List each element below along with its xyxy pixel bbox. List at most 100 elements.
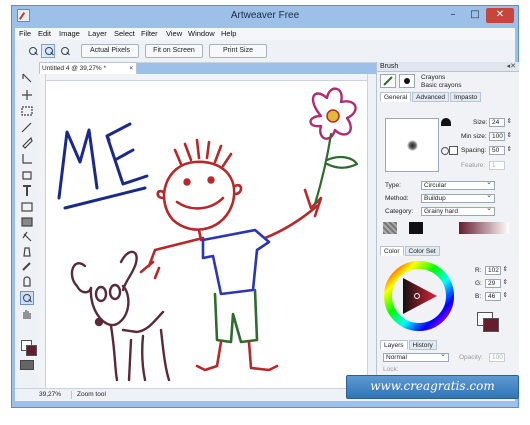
shape-tool-icon[interactable] xyxy=(21,202,33,212)
rect-select-icon[interactable] xyxy=(21,106,33,116)
flower-center xyxy=(326,109,340,123)
r-field[interactable]: 102 xyxy=(485,266,508,275)
fill-tool-icon[interactable] xyxy=(23,247,31,257)
tab-general[interactable]: General xyxy=(380,92,412,102)
gradient-swatch[interactable] xyxy=(459,222,509,234)
menu-edit[interactable]: Edit xyxy=(38,29,51,38)
min-size-field[interactable]: 100 xyxy=(489,132,512,141)
current-tool-label: Zoom tool xyxy=(77,391,106,398)
zoom-in-icon[interactable] xyxy=(41,44,55,58)
gradient-tool-icon[interactable] xyxy=(21,217,33,227)
menu-window[interactable]: Window xyxy=(188,29,215,38)
crop-tool-icon[interactable] xyxy=(22,154,32,164)
category-dropdown[interactable]: Grainy hard xyxy=(421,205,495,216)
drawing-label: ME xyxy=(45,80,47,81)
smudge-tool-icon[interactable] xyxy=(23,276,31,287)
brush-shape-selector-icon[interactable] xyxy=(441,118,451,126)
menu-filter[interactable]: Filter xyxy=(141,29,158,38)
child-drawing[interactable]: ME xyxy=(45,80,367,386)
legs-strokes xyxy=(195,340,279,372)
g-field[interactable]: 29 xyxy=(485,279,508,288)
title-bar[interactable]: Artweaver Free – □ ✕ xyxy=(12,6,518,28)
shirt-outline xyxy=(201,228,271,296)
maximize-button[interactable]: □ xyxy=(464,8,486,23)
zoom-tool-button[interactable] xyxy=(20,291,34,305)
zoom-icon[interactable] xyxy=(25,44,39,58)
primary-color-swatch[interactable] xyxy=(483,318,499,332)
type-dropdown[interactable]: Circular xyxy=(421,179,495,190)
underline-stroke xyxy=(63,186,147,210)
vertical-scrollbar[interactable] xyxy=(367,74,376,388)
dog-nose xyxy=(94,317,104,327)
right-eye xyxy=(207,176,215,184)
quick-mask-icon[interactable] xyxy=(20,360,34,370)
minimize-button[interactable]: – xyxy=(442,8,464,23)
zoom-out-icon[interactable] xyxy=(57,44,71,58)
opacity-field[interactable]: 100 xyxy=(489,353,505,362)
menu-image[interactable]: Image xyxy=(59,29,80,38)
text-tool-icon[interactable] xyxy=(23,185,31,196)
tab-advanced[interactable]: Advanced xyxy=(412,92,450,102)
color-tabs: Color Color Set xyxy=(380,246,441,256)
foreground-color-swatch[interactable] xyxy=(26,345,37,356)
menu-select[interactable]: Select xyxy=(114,29,135,38)
fit-on-screen-button[interactable]: Fit on Screen xyxy=(145,44,203,58)
category-label: Category: xyxy=(385,208,414,215)
actual-pixels-button[interactable]: Actual Pixels xyxy=(81,44,139,58)
move-tool-icon[interactable] xyxy=(22,73,32,83)
app-window: Artweaver Free – □ ✕ File Edit Image Lay… xyxy=(11,5,519,408)
document-close-icon[interactable]: × xyxy=(129,63,133,74)
brush-tabs: General Advanced Impasto xyxy=(380,92,482,102)
tab-history[interactable]: History xyxy=(408,340,437,350)
tab-impasto[interactable]: Impasto xyxy=(450,92,482,102)
tab-color-set[interactable]: Color Set xyxy=(404,246,440,256)
spacing-field[interactable]: 50 xyxy=(489,146,512,155)
crosshair-tool-icon[interactable] xyxy=(22,90,32,100)
menu-layer[interactable]: Layer xyxy=(88,29,107,38)
brush-category-icon[interactable] xyxy=(380,74,396,88)
menu-bar: File Edit Image Layer Select Filter View… xyxy=(15,28,515,40)
hand-tool-button[interactable] xyxy=(20,307,34,321)
brush-shape-icon[interactable] xyxy=(399,74,415,88)
paper-texture-swatch[interactable] xyxy=(383,222,397,234)
document-tab-title: Untitled 4 @ 39,27% * xyxy=(42,65,107,72)
eyedropper-tool-icon[interactable] xyxy=(22,262,31,271)
eraser-tool-icon[interactable] xyxy=(22,231,32,242)
dog-left-eye xyxy=(94,285,108,303)
menu-file[interactable]: File xyxy=(19,29,31,38)
brush-color-swatch[interactable] xyxy=(409,222,423,234)
brush-variant-name[interactable]: Basic crayons xyxy=(421,82,461,89)
pencil-tool-icon[interactable] xyxy=(22,136,33,149)
brush-category-name[interactable]: Crayons xyxy=(421,74,445,81)
zoom-level: 39,27% xyxy=(39,391,62,398)
r-label: R: xyxy=(475,267,482,274)
brush-panel-title: Brush xyxy=(380,63,399,70)
tab-layers[interactable]: Layers xyxy=(380,340,408,350)
spacing-auto-icon[interactable] xyxy=(441,147,449,155)
b-field[interactable]: 46 xyxy=(485,292,508,301)
panel-pin-icon[interactable]: ◂✕ xyxy=(507,62,516,72)
feature-label: Feature: xyxy=(461,162,486,169)
b-label: B: xyxy=(475,293,482,300)
brush-panel-header[interactable]: Brush ◂✕ xyxy=(377,62,519,72)
opacity-label: Opacity: xyxy=(459,354,483,361)
blend-mode-dropdown[interactable]: Normal xyxy=(383,351,449,362)
size-field[interactable]: 24 xyxy=(489,118,512,127)
color-wheel[interactable] xyxy=(383,260,455,332)
stamp-tool-icon[interactable] xyxy=(22,171,32,180)
tab-color[interactable]: Color xyxy=(380,246,404,256)
spacing-checkbox[interactable] xyxy=(449,146,458,155)
print-size-button[interactable]: Print Size xyxy=(209,44,267,58)
menu-view[interactable]: View xyxy=(166,29,182,38)
close-button[interactable]: ✕ xyxy=(486,8,514,23)
feature-field[interactable]: 1 xyxy=(489,161,505,170)
method-dropdown[interactable]: Buildup xyxy=(421,192,495,203)
type-label: Type: xyxy=(385,182,401,189)
right-arm-stroke xyxy=(263,204,319,240)
brush-tool-icon[interactable] xyxy=(21,122,32,133)
menu-help[interactable]: Help xyxy=(221,29,236,38)
document-tab[interactable]: Untitled 4 @ 39,27% * × xyxy=(39,62,137,74)
method-label: Method: xyxy=(385,195,409,202)
layers-tabs: Layers History xyxy=(380,340,438,350)
tools-panel xyxy=(15,62,40,388)
